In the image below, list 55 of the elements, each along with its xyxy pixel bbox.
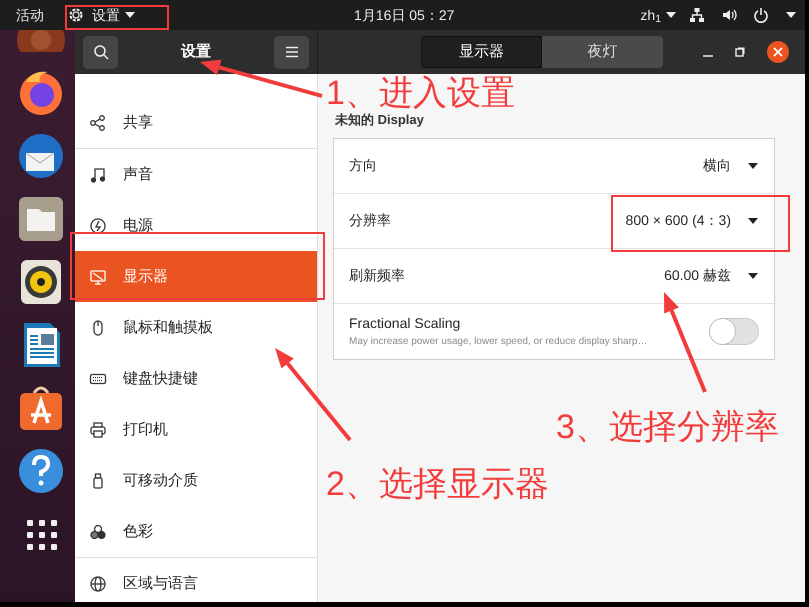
color-circles-icon [89,522,107,541]
sidebar-item[interactable]: 色彩 [75,506,317,558]
section-title: 未知的 Display [335,111,425,130]
setting-label: 刷新频率 [349,266,405,286]
sidebar-item[interactable]: 电源 [75,200,317,252]
caret-icon [747,216,759,225]
setting-description: May increase power usage, lower speed, or reduce display sharp… [349,335,648,350]
sidebar-item[interactable]: 键盘快捷键 [75,353,317,404]
sidebar-item[interactable]: 共享 [75,97,317,148]
sidebar-item[interactable]: 区域与语言 [75,558,317,602]
system-menu[interactable] [689,7,797,23]
annotation-text: 3、选择分辨率 [556,410,779,444]
sidebar-item[interactable]: 可移动介质 [75,455,317,506]
globe-icon [89,574,107,593]
tab[interactable]: 夜灯 [542,36,663,68]
search-button[interactable] [83,36,118,69]
menu-button[interactable] [274,36,309,69]
speaker-icon [721,7,737,23]
input-method-menu[interactable]: zh$_{1}$ [640,4,678,26]
music-note-icon [89,166,107,184]
menu-icon [284,46,298,58]
caret-icon [665,10,678,20]
printer-icon [89,420,107,439]
gear-icon [68,7,84,23]
tab[interactable]: 显示器 [421,36,542,68]
power-icon [753,7,769,23]
caret-icon [747,162,759,170]
app-icon[interactable] [16,30,66,52]
dropdown[interactable]: 800 × 600 (4：3) [626,210,759,232]
close-icon[interactable] [767,41,789,64]
annotation-text: 2、选择显示器 [326,467,549,501]
caret-icon [747,272,759,280]
lightning-icon [89,216,107,235]
monitor-icon [89,268,107,286]
annotation-text: 1、进入设置 [326,76,515,110]
setting-label: 分辨率 [349,211,391,230]
sidebar-item[interactable]: 声音 [75,149,317,200]
caret-icon [785,10,797,20]
setting-label: Fractional Scaling [349,314,462,334]
dropdown[interactable]: 60.00 赫兹 [664,265,759,286]
dropdown[interactable]: 横向 [703,155,759,176]
sidebar-item[interactable]: 显示器 [75,251,317,302]
activities-button[interactable]: 活动 [16,4,44,26]
network-icon [689,7,705,23]
app-menu[interactable]: 设置 [68,4,136,26]
setting-label: 方向 [349,156,377,176]
window-title: 设置 [181,42,211,62]
share-icon [89,114,107,132]
search-icon [92,44,108,60]
maximize-icon[interactable] [735,47,745,58]
toggle-switch[interactable] [709,318,759,345]
sidebar-item[interactable]: 打印机 [75,404,317,456]
clock[interactable]: 1月16日 05：27 [354,4,454,26]
sidebar-item[interactable]: 鼠标和触摸板 [75,302,317,354]
caret-icon [124,10,136,20]
